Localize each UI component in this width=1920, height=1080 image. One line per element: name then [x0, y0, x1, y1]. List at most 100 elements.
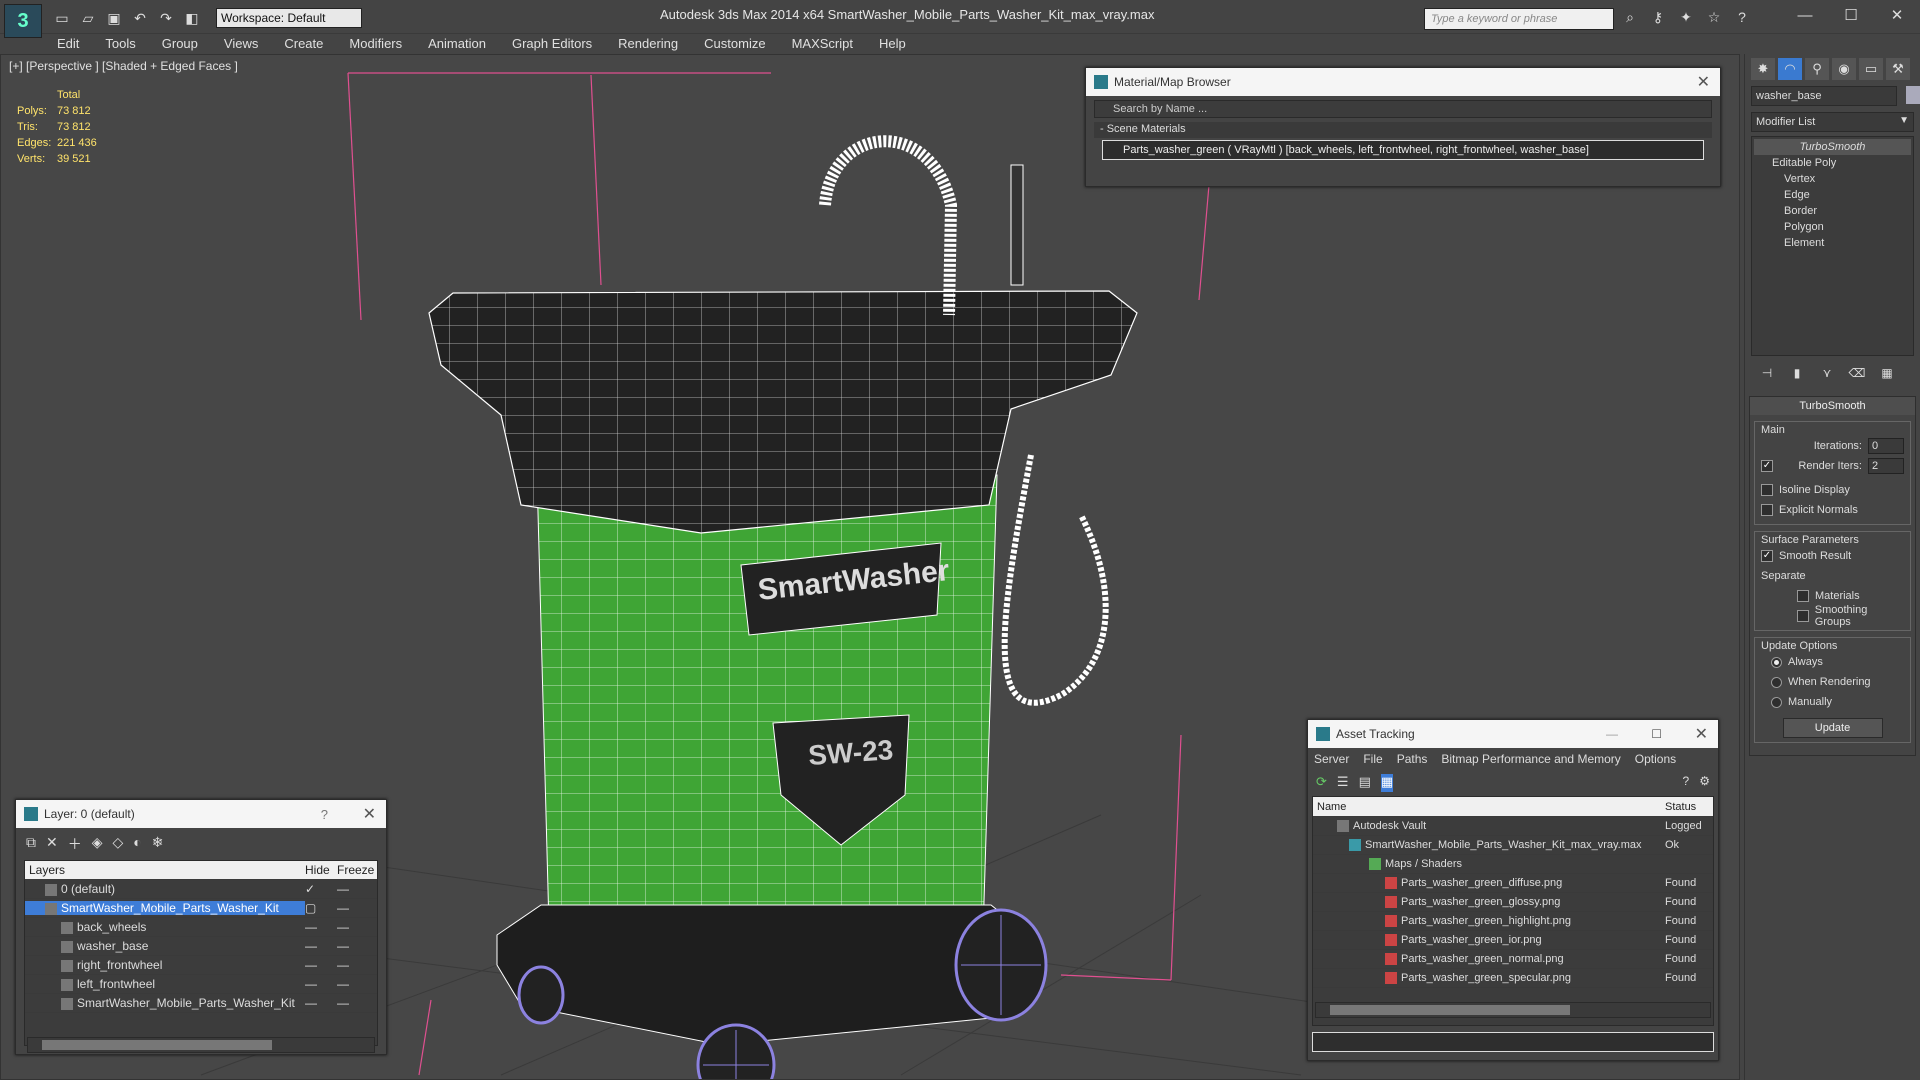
layer-row[interactable]: SmartWasher_Mobile_Parts_Washer_Kit ▢ —: [25, 899, 377, 918]
utilities-tab-icon[interactable]: ⚒: [1886, 58, 1910, 80]
horizontal-scrollbar[interactable]: [27, 1037, 375, 1053]
menu-rendering[interactable]: Rendering: [605, 34, 691, 54]
select-objects-icon[interactable]: ◈: [92, 834, 103, 852]
asset-row[interactable]: Parts_washer_green_highlight.png Found: [1313, 912, 1713, 931]
remove-modifier-icon[interactable]: ⌫: [1847, 366, 1867, 384]
freeze-toggle[interactable]: —: [337, 939, 377, 953]
undo-icon[interactable]: ↶: [130, 8, 150, 28]
menu-group[interactable]: Group: [149, 34, 211, 54]
layer-row[interactable]: back_wheels — —: [25, 918, 377, 937]
add-to-layer-icon[interactable]: ＋: [68, 834, 82, 852]
redo-icon[interactable]: ↷: [156, 8, 176, 28]
stack-item-polygon[interactable]: Polygon: [1754, 219, 1911, 235]
freeze-toggle[interactable]: —: [337, 977, 377, 991]
thumbnail-view-icon[interactable]: ▤: [1359, 774, 1371, 792]
modifier-list-dropdown[interactable]: Modifier List ▼: [1751, 112, 1914, 132]
always-radio[interactable]: [1771, 656, 1782, 668]
col-freeze[interactable]: Freeze: [337, 863, 377, 877]
freeze-toggle[interactable]: —: [337, 996, 377, 1010]
star-icon[interactable]: ☆: [1704, 9, 1724, 27]
menu-server[interactable]: Server: [1314, 752, 1349, 766]
scrollbar-thumb[interactable]: [1330, 1005, 1570, 1015]
asset-tracking-header[interactable]: Asset Tracking — ☐ ✕: [1308, 720, 1718, 748]
asset-row[interactable]: Parts_washer_green_ior.png Found: [1313, 931, 1713, 950]
menu-maxscript[interactable]: MAXScript: [779, 34, 866, 54]
app-logo-icon[interactable]: 3: [4, 4, 42, 38]
col-layers[interactable]: Layers: [25, 863, 305, 877]
hierarchy-tab-icon[interactable]: ⚲: [1805, 58, 1829, 80]
menu-animation[interactable]: Animation: [415, 34, 499, 54]
open-file-icon[interactable]: ▱: [78, 8, 98, 28]
project-folder-icon[interactable]: ◧: [182, 8, 202, 28]
help-icon[interactable]: ?: [1732, 9, 1752, 27]
freeze-all-icon[interactable]: ❄: [152, 834, 164, 852]
vault-icon[interactable]: ⚙: [1699, 774, 1710, 792]
menu-modifiers[interactable]: Modifiers: [336, 34, 415, 54]
layer-row[interactable]: 0 (default) ✓ —: [25, 880, 377, 899]
turbosmooth-rollout-title[interactable]: TurboSmooth: [1750, 397, 1915, 415]
explicit-normals-checkbox[interactable]: [1761, 504, 1773, 516]
asset-row[interactable]: SmartWasher_Mobile_Parts_Washer_Kit_max_…: [1313, 836, 1713, 855]
freeze-toggle[interactable]: —: [337, 901, 377, 915]
col-hide[interactable]: Hide: [305, 863, 337, 877]
minimize-icon[interactable]: —: [1606, 727, 1618, 741]
new-file-icon[interactable]: ▭: [52, 8, 72, 28]
menu-bitmap-performance[interactable]: Bitmap Performance and Memory: [1441, 752, 1620, 766]
stack-item-edge[interactable]: Edge: [1754, 187, 1911, 203]
layer-row[interactable]: right_frontwheel — —: [25, 956, 377, 975]
layer-row[interactable]: SmartWasher_Mobile_Parts_Washer_Kit — —: [25, 994, 377, 1013]
workspace-dropdown[interactable]: Workspace: Default: [216, 8, 362, 28]
new-layer-icon[interactable]: ⧉: [26, 834, 36, 852]
close-icon[interactable]: ✕: [1695, 724, 1708, 744]
asset-row[interactable]: Parts_washer_green_normal.png Found: [1313, 950, 1713, 969]
table-view-icon[interactable]: ▦: [1380, 774, 1394, 792]
hide-toggle[interactable]: —: [305, 939, 337, 953]
object-color-swatch[interactable]: [1906, 86, 1920, 104]
menu-tools[interactable]: Tools: [92, 34, 148, 54]
layer-panel-header[interactable]: Layer: 0 (default) ? ✕: [16, 800, 386, 828]
asset-row[interactable]: Autodesk Vault Logged: [1313, 817, 1713, 836]
asset-row[interactable]: Parts_washer_green_specular.png Found: [1313, 969, 1713, 988]
asset-row[interactable]: Parts_washer_green_diffuse.png Found: [1313, 874, 1713, 893]
show-end-result-icon[interactable]: ▮: [1787, 366, 1807, 384]
render-iters-spinner[interactable]: 2: [1868, 458, 1904, 474]
render-iters-checkbox[interactable]: ✓: [1761, 460, 1773, 472]
iterations-spinner[interactable]: 0: [1868, 438, 1904, 454]
menu-customize[interactable]: Customize: [691, 34, 778, 54]
help-icon[interactable]: ?: [1683, 774, 1690, 792]
horizontal-scrollbar[interactable]: [1315, 1002, 1711, 1018]
hide-toggle[interactable]: —: [305, 996, 337, 1010]
menu-views[interactable]: Views: [211, 34, 271, 54]
scrollbar-thumb[interactable]: [42, 1040, 272, 1050]
close-icon[interactable]: ✕: [1874, 4, 1920, 28]
object-name-field[interactable]: washer_base: [1751, 86, 1897, 106]
signin-icon[interactable]: ✦: [1676, 9, 1696, 27]
key-icon[interactable]: ⚷: [1648, 9, 1668, 27]
hide-toggle[interactable]: —: [305, 920, 337, 934]
hide-toggle[interactable]: —: [305, 958, 337, 972]
smoothing-groups-checkbox[interactable]: [1797, 610, 1809, 622]
refresh-icon[interactable]: ⟳: [1316, 774, 1327, 792]
scene-materials-section[interactable]: - Scene Materials: [1094, 122, 1712, 138]
modify-tab-icon[interactable]: ◠: [1778, 58, 1802, 80]
list-view-icon[interactable]: ☰: [1337, 774, 1349, 792]
display-tab-icon[interactable]: ▭: [1859, 58, 1883, 80]
minimize-icon[interactable]: —: [1782, 4, 1828, 28]
asset-row[interactable]: Parts_washer_green_glossy.png Found: [1313, 893, 1713, 912]
save-icon[interactable]: ▣: [104, 8, 124, 28]
hide-toggle[interactable]: ▢: [305, 901, 337, 915]
material-browser-header[interactable]: Material/Map Browser ✕: [1086, 68, 1720, 96]
stack-item-element[interactable]: Element: [1754, 235, 1911, 251]
col-name[interactable]: Name: [1313, 801, 1665, 813]
delete-layer-icon[interactable]: ✕: [46, 834, 58, 852]
configure-sets-icon[interactable]: ▦: [1877, 366, 1897, 384]
menu-options[interactable]: Options: [1635, 752, 1676, 766]
menu-file[interactable]: File: [1363, 752, 1382, 766]
when-rendering-radio[interactable]: [1771, 676, 1782, 688]
create-tab-icon[interactable]: ✸: [1751, 58, 1775, 80]
materials-checkbox[interactable]: [1797, 590, 1809, 602]
maximize-icon[interactable]: ☐: [1828, 4, 1874, 28]
layer-row[interactable]: left_frontwheel — —: [25, 975, 377, 994]
freeze-toggle[interactable]: —: [337, 958, 377, 972]
hide-toggle[interactable]: —: [305, 977, 337, 991]
